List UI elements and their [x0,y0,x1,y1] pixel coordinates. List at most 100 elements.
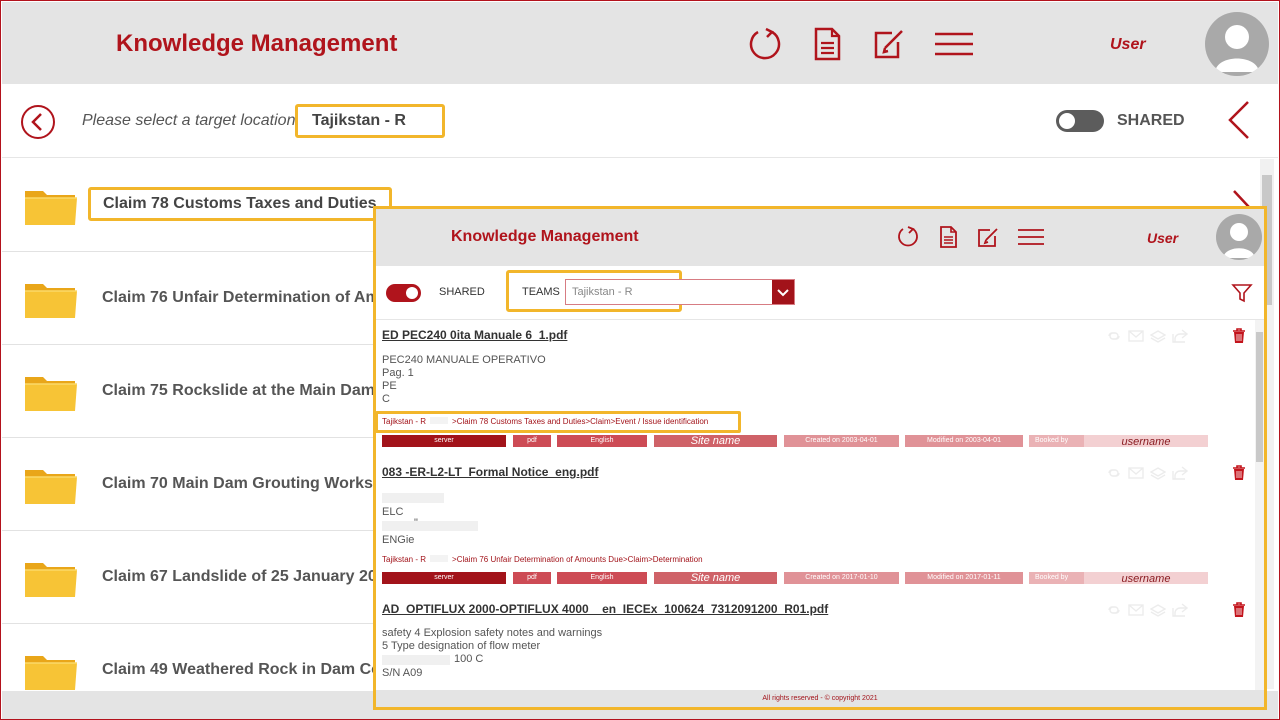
folder-name: Claim 70 Main Dam Grouting Works [102,475,373,492]
path-location: Tajikstan - R [382,555,427,564]
teams-select-value: Tajikstan - R [572,286,633,298]
edit-icon[interactable] [976,225,1000,249]
overlay-user-name[interactable]: User [1147,230,1178,246]
overlay-filter-bar: SHARED TEAMS Tajikstan - R [376,266,1264,320]
avatar[interactable] [1205,12,1269,76]
document-item: AD_OPTIFLUX 2000-OPTIFLUX 4000__en_IECEx… [376,602,1254,690]
created-tag: Created on 2017-01-10 [784,572,899,584]
document-line: safety 4 Explosion safety notes and warn… [382,627,603,639]
shared-label: SHARED [439,286,485,298]
refresh-icon[interactable] [746,26,784,62]
link-icon[interactable] [1106,603,1122,617]
overlay-footer: All rights reserved - © copyright 2021 [376,690,1264,707]
folder-icon [23,557,79,599]
layers-icon[interactable] [1149,603,1167,617]
document-title[interactable]: 083 -ER-L2-LT_Formal Notice_eng.pdf [382,465,598,479]
document-line: 100 C [454,653,484,665]
path-trail: >Claim 78 Customs Taxes and Duties>Claim… [452,417,709,426]
avatar[interactable] [1216,214,1262,260]
booked-tag: Booked by [1029,572,1084,584]
folder-name: Claim 78 Customs Taxes and Duties [88,187,392,221]
trash-icon[interactable] [1232,328,1246,344]
layers-icon[interactable] [1149,466,1167,480]
document-line: PE [382,380,397,392]
document-icon[interactable] [936,225,960,249]
type-tag: pdf [513,572,551,584]
layers-icon[interactable] [1149,329,1167,343]
mail-icon[interactable] [1128,603,1144,617]
shared-toggle[interactable] [1056,110,1104,132]
document-path[interactable]: Tajikstan - R >Claim 78 Customs Taxes and… [382,417,708,426]
username-tag: username [1084,572,1208,584]
booked-tag: Booked by [1029,435,1084,447]
created-tag: Created on 2003-04-01 [784,435,899,447]
app-header: Knowledge Management User [2,2,1278,84]
document-line: ELC [382,506,404,518]
language-tag: English [557,435,647,447]
redaction [382,655,450,665]
modified-tag: Modified on 2017-01-11 [905,572,1023,584]
shared-toggle[interactable] [386,284,421,302]
refresh-icon[interactable] [896,225,920,249]
trash-icon[interactable] [1232,602,1246,618]
filter-icon[interactable] [1231,282,1253,304]
document-line: PEC240 MANUALE OPERATIVO [382,354,546,366]
overlay-header: Knowledge Management User [376,209,1264,266]
site-tag: Site name [654,572,777,584]
menu-icon[interactable] [1016,225,1046,249]
folder-icon [23,371,79,413]
edit-icon[interactable] [870,26,908,62]
location-prompt: Please select a target location: [82,112,300,129]
teams-label: TEAMS [522,286,560,298]
server-tag: server [382,435,506,447]
document-actions [1106,603,1189,617]
app-window: Knowledge Management User Please select … [0,0,1280,720]
share-icon[interactable] [1172,329,1189,343]
menu-icon[interactable] [932,26,973,62]
redaction [382,521,478,531]
back-circle-icon[interactable] [20,104,56,140]
target-location-field[interactable]: Tajikstan - R [295,104,445,138]
document-title[interactable]: AD_OPTIFLUX 2000-OPTIFLUX 4000__en_IECEx… [382,602,828,616]
folder-name: Claim 67 Landslide of 25 January 2021 [102,568,395,585]
path-trail: >Claim 76 Unfair Determination of Amount… [452,555,703,564]
document-list: ED PEC240 0ita Manuale 6_1.pdf PEC240 MA… [376,320,1264,690]
language-tag: English [557,572,647,584]
overlay-title: Knowledge Management [451,228,639,245]
share-icon[interactable] [1172,603,1189,617]
document-actions [1106,466,1189,480]
teams-select[interactable]: Tajikstan - R [565,279,795,305]
document-path[interactable]: Tajikstan - R >Claim 76 Unfair Determinat… [382,555,703,564]
chevron-left-icon[interactable] [1226,98,1252,142]
mail-icon[interactable] [1128,329,1144,343]
path-location: Tajikstan - R [382,417,427,426]
document-line: C [382,393,390,405]
user-name[interactable]: User [1110,36,1146,54]
folder-icon [23,650,79,692]
overlay-toolbar [896,225,1046,249]
document-line: Pag. 1 [382,367,414,379]
folder-icon [23,278,79,320]
document-item: ED PEC240 0ita Manuale 6_1.pdf PEC240 MA… [376,328,1254,456]
overlay-scrollbar[interactable] [1255,320,1264,690]
header-toolbar [746,26,973,62]
document-item: 083 -ER-L2-LT_Formal Notice_eng.pdf ELC … [376,465,1254,593]
link-icon[interactable] [1106,329,1122,343]
document-line: 5 Type designation of flow meter [382,640,541,652]
folder-name: Claim 75 Rockslide at the Main Dam R [102,382,391,399]
mail-icon[interactable] [1128,466,1144,480]
document-icon[interactable] [808,26,846,62]
site-tag: Site name [654,435,777,447]
trash-icon[interactable] [1232,465,1246,481]
share-icon[interactable] [1172,466,1189,480]
folder-name: Claim 76 Unfair Determination of Amo [102,289,390,306]
redaction [430,555,449,562]
document-title[interactable]: ED PEC240 0ita Manuale 6_1.pdf [382,328,567,342]
redaction [430,417,449,424]
shared-label: SHARED [1117,112,1185,129]
document-actions [1106,329,1189,343]
link-icon[interactable] [1106,466,1122,480]
location-bar: Please select a target location: Tajikst… [2,84,1278,158]
folder-icon [23,185,79,227]
chevron-down-icon[interactable] [772,280,794,304]
